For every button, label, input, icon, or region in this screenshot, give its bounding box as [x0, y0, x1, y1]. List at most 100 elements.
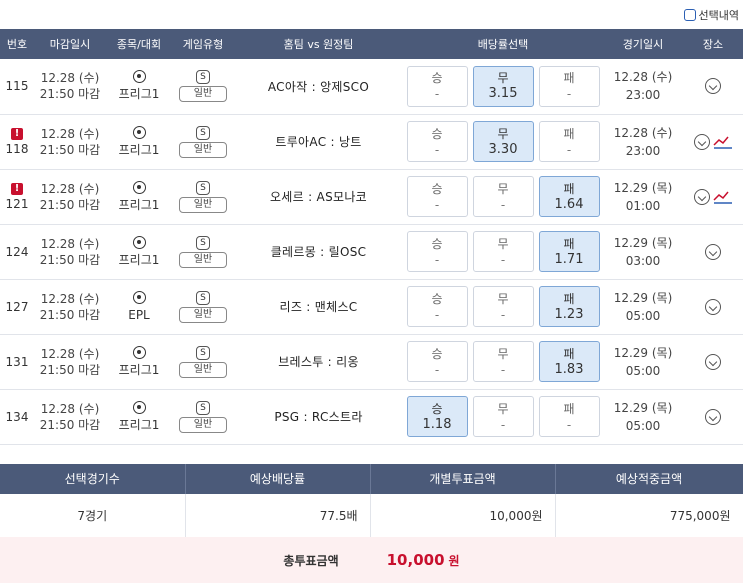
- odds-draw-value: -: [500, 307, 506, 322]
- game-time: 05:00: [625, 418, 661, 433]
- odds-win-button[interactable]: 승-: [406, 341, 468, 382]
- odds-cell: 승 1.18 무 - 패 -: [403, 389, 603, 445]
- odds-win-button[interactable]: 승 1.18: [406, 396, 468, 437]
- odds-draw-button[interactable]: 무 3.30: [472, 121, 534, 162]
- game-number: 121: [5, 196, 29, 211]
- table-row: ! 118 12.28 (수) 21:50 마감 프리그1 S 일반 트루아AC : …: [0, 114, 743, 170]
- trend-chart-icon[interactable]: [712, 135, 733, 149]
- s-badge: S: [196, 345, 210, 360]
- odds-draw-label: 무: [497, 71, 509, 86]
- summary-header-stake: 개별투표금액: [370, 463, 556, 494]
- total-amount-value: 10,000: [386, 551, 445, 569]
- location-pin-icon[interactable]: [705, 298, 721, 315]
- place-cell: [683, 389, 743, 445]
- odds-draw-label: 무: [497, 126, 509, 141]
- odds-draw-button[interactable]: 무 3.15: [472, 65, 534, 107]
- odds-draw-button[interactable]: 무-: [472, 286, 534, 327]
- location-pin-icon[interactable]: [693, 133, 710, 150]
- game-date-cell: 12.29 (목) 01:00: [603, 169, 683, 225]
- odds-win-button[interactable]: 승-: [406, 231, 468, 272]
- game-date-cell: 12.29 (목) 05:00: [603, 279, 683, 335]
- place-cell: [683, 114, 743, 170]
- odds-win-button[interactable]: 승-: [406, 121, 468, 162]
- odds-lose-label: 패: [563, 126, 575, 141]
- game-type-badge: 일반: [179, 86, 227, 103]
- game-number-cell: 115: [0, 59, 34, 115]
- s-badge: S: [196, 125, 210, 140]
- game-number-cell: 124: [0, 224, 34, 280]
- game-date: 12.29 (목): [613, 290, 673, 305]
- game-type-cell: S 일반: [172, 224, 234, 280]
- odds-draw-label: 무: [497, 346, 509, 361]
- deadline-time: 21:50 마감: [39, 87, 101, 102]
- location-pin-icon[interactable]: [693, 188, 710, 205]
- game-date-cell: 12.28 (수) 23:00: [603, 59, 683, 115]
- game-date-cell: 12.29 (목) 05:00: [603, 334, 683, 390]
- game-date: 12.28 (수): [613, 125, 673, 140]
- table-header-row: 번호 마감일시 종목/대회 게임유형 홈팀 vs 원정팀 배당률선택 경기일시 …: [0, 29, 743, 59]
- teams-cell: 트루아AC : 낭트: [234, 114, 403, 170]
- odds-draw-button[interactable]: 무-: [472, 341, 534, 382]
- odds-lose-button[interactable]: 패 1.83: [538, 341, 600, 382]
- total-amount-unit: 원: [448, 554, 460, 568]
- game-number-cell: 134: [0, 389, 34, 445]
- col-game-date: 경기일시: [603, 29, 683, 59]
- odds-lose-label: 패: [563, 181, 575, 196]
- odds-draw-value: -: [500, 252, 506, 267]
- odds-lose-button[interactable]: 패-: [538, 65, 600, 107]
- deadline-cell: 12.28 (수) 21:50 마감: [34, 279, 106, 335]
- odds-win-label: 승: [431, 71, 443, 86]
- odds-draw-button[interactable]: 무-: [472, 231, 534, 272]
- game-date-cell: 12.29 (목) 03:00: [603, 224, 683, 280]
- odds-win-button[interactable]: 승-: [406, 286, 468, 327]
- odds-win-value: -: [434, 87, 440, 102]
- soccer-ball-icon: [132, 235, 146, 249]
- odds-draw-button[interactable]: 무-: [472, 396, 534, 437]
- soccer-ball-icon: [132, 180, 146, 194]
- location-pin-icon[interactable]: [705, 78, 721, 95]
- summary-count: 7경기: [0, 493, 186, 539]
- odds-lose-button[interactable]: 패 1.71: [538, 231, 600, 272]
- s-badge: S: [196, 290, 210, 305]
- table-row: 115 12.28 (수) 21:50 마감 프리그1 S 일반 AC아작 : 앙제…: [0, 59, 743, 115]
- game-type-cell: S 일반: [172, 334, 234, 390]
- trend-chart-icon[interactable]: [712, 190, 733, 204]
- odds-lose-label: 패: [563, 346, 575, 361]
- alert-icon: !: [11, 182, 23, 195]
- summary-value-row: 7경기 77.5배 10,000원 775,000원: [0, 493, 743, 539]
- location-pin-icon[interactable]: [705, 243, 721, 260]
- game-date: 12.29 (목): [613, 345, 673, 360]
- odds-win-value: -: [434, 307, 440, 322]
- odds-lose-value: 1.64: [554, 196, 584, 212]
- teams-cell: 브레스투 : 리옹: [234, 334, 403, 390]
- odds-win-value: 1.18: [422, 416, 452, 432]
- place-cell: [683, 279, 743, 335]
- odds-win-button[interactable]: 승-: [406, 65, 468, 107]
- odds-lose-button[interactable]: 패-: [538, 396, 600, 437]
- teams-cell: 클레르몽 : 릴OSC: [234, 224, 403, 280]
- game-number-cell: 127: [0, 279, 34, 335]
- odds-lose-button[interactable]: 패-: [538, 121, 600, 162]
- odds-cell: 승 - 무 - 패 1.23: [403, 279, 603, 335]
- col-sport: 종목/대회: [106, 29, 172, 59]
- location-pin-icon[interactable]: [705, 353, 721, 370]
- odds-lose-button[interactable]: 패 1.64: [538, 176, 600, 217]
- deadline-cell: 12.28 (수) 21:50 마감: [34, 59, 106, 115]
- location-pin-icon[interactable]: [705, 408, 721, 425]
- selection-checkbox[interactable]: [683, 8, 696, 21]
- deadline-time: 21:50 마감: [39, 417, 101, 432]
- odds-lose-value: -: [566, 87, 572, 102]
- deadline-cell: 12.28 (수) 21:50 마감: [34, 389, 106, 445]
- odds-draw-button[interactable]: 무-: [472, 176, 534, 217]
- soccer-ball-icon: [132, 400, 146, 414]
- game-type-badge: 일반: [179, 251, 227, 268]
- summary-header-payout: 예상적중금액: [555, 463, 743, 494]
- game-date: 12.29 (목): [613, 180, 673, 195]
- col-deadline: 마감일시: [34, 29, 106, 59]
- odds-lose-button[interactable]: 패 1.23: [538, 286, 600, 327]
- game-date-cell: 12.28 (수) 23:00: [603, 114, 683, 170]
- selection-label[interactable]: 선택내역: [699, 7, 739, 23]
- game-number: 131: [5, 354, 29, 369]
- soccer-ball-icon: [132, 125, 146, 139]
- odds-win-button[interactable]: 승-: [406, 176, 468, 217]
